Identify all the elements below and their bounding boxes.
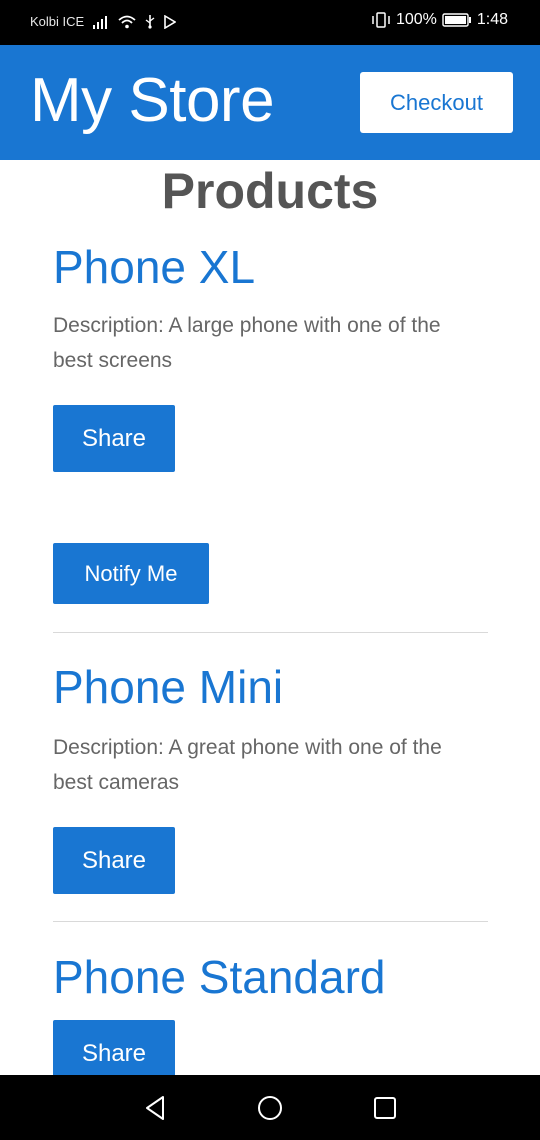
screen: Kolbi ICE 100% 1:48 My Store Checkout Pr…	[0, 0, 540, 1140]
clock: 1:48	[476, 11, 508, 28]
product-description: Description: A large phone with one of t…	[53, 314, 441, 372]
page-title: Products	[161, 163, 379, 219]
share-button[interactable]: Share	[53, 405, 175, 472]
status-left: Kolbi ICE	[30, 14, 177, 29]
product-name-link[interactable]: Phone Mini	[53, 660, 283, 714]
product-description: Description: A great phone with one of t…	[53, 736, 442, 794]
recents-icon[interactable]	[370, 1093, 400, 1123]
play-store-icon	[164, 14, 177, 29]
product-name-link[interactable]: Phone Standard	[53, 950, 386, 1004]
divider	[53, 632, 488, 633]
usb-icon	[144, 14, 156, 29]
checkout-button[interactable]: Checkout	[360, 72, 513, 133]
notify-me-button[interactable]: Notify Me	[53, 543, 209, 604]
battery-percent: 100%	[395, 11, 437, 28]
navigation-bar	[0, 1075, 540, 1140]
products-page: Products Phone XL Description: A large p…	[0, 160, 540, 1075]
vibrate-icon	[371, 12, 391, 28]
back-icon[interactable]	[140, 1093, 170, 1123]
app-header: My Store Checkout	[0, 45, 540, 160]
home-icon[interactable]	[255, 1093, 285, 1123]
status-right: 100% 1:48	[371, 11, 508, 29]
divider	[53, 921, 488, 922]
app-title[interactable]: My Store	[30, 65, 275, 136]
signal-icon	[92, 15, 110, 29]
share-button[interactable]: Share	[53, 827, 175, 894]
battery-icon	[442, 13, 472, 27]
status-bar: Kolbi ICE 100% 1:48	[0, 0, 540, 45]
product-name-link[interactable]: Phone XL	[53, 240, 255, 294]
share-button[interactable]: Share	[53, 1020, 175, 1075]
carrier-label: Kolbi ICE	[30, 14, 85, 29]
wifi-icon	[118, 15, 136, 29]
